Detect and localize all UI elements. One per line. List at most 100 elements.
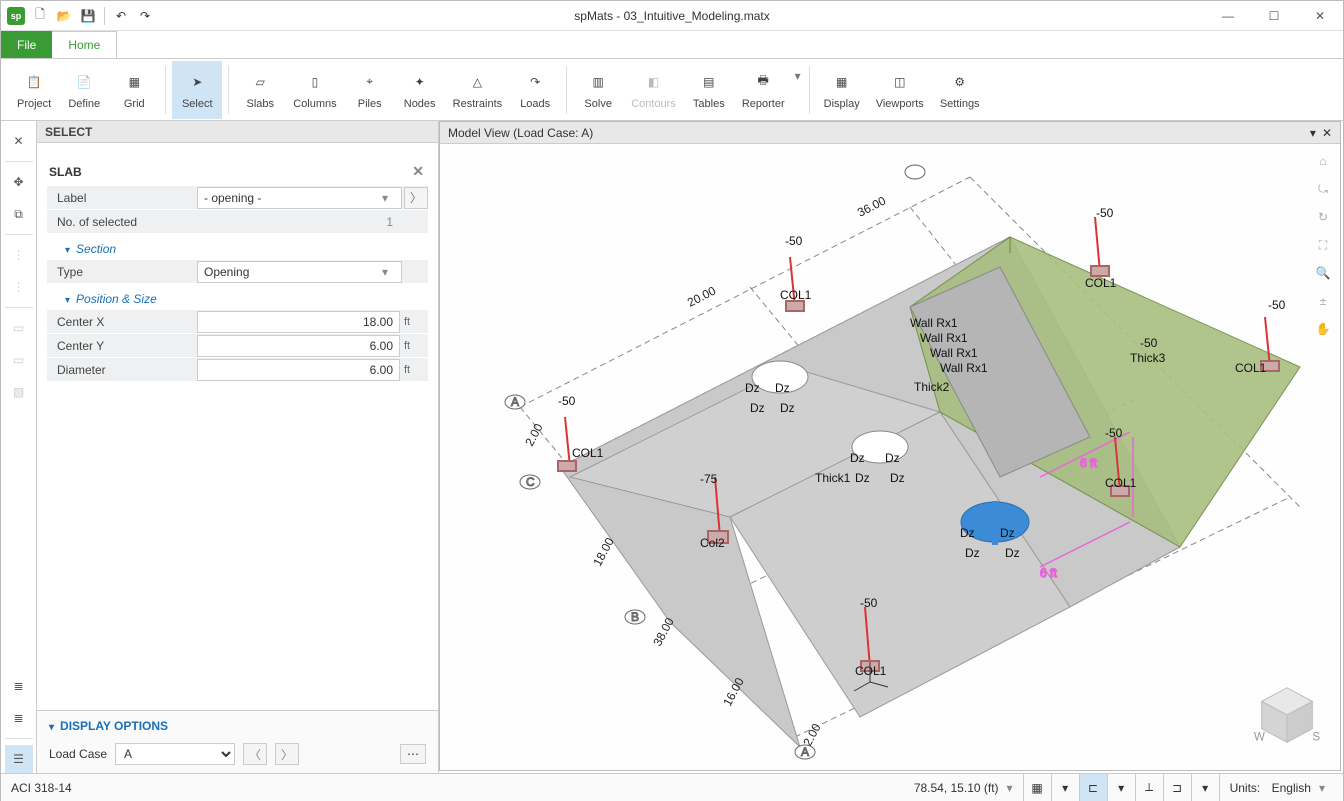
grid-icon: ▦ [122, 70, 146, 94]
units-dropdown-icon[interactable]: ▾ [1319, 781, 1325, 795]
type-dropdown[interactable]: Opening▾ [197, 261, 402, 283]
close-panel-icon[interactable]: ✕ [5, 127, 33, 155]
slab-section-header: SLAB ✕ [49, 163, 428, 180]
ribbon-display[interactable]: ▦Display [816, 61, 868, 119]
close-slab-section-icon[interactable]: ✕ [408, 163, 428, 180]
svg-text:COL1: COL1 [1085, 276, 1117, 290]
undo-icon[interactable]: ↶ [110, 5, 132, 27]
view-title: Model View (Load Case: A) [448, 126, 593, 140]
diameter-unit: ft [400, 364, 428, 376]
centery-input[interactable]: 6.00 [197, 335, 400, 357]
view-close-icon[interactable]: ✕ [1322, 126, 1332, 140]
orbit-icon[interactable]: ⤿ [1310, 176, 1336, 202]
pan-icon[interactable]: ✋ [1310, 316, 1336, 342]
ribbon: 📋Project 📄Define ▦Grid ➤Select ▱Slabs ▯C… [1, 59, 1343, 121]
svg-text:A: A [511, 395, 519, 409]
svg-text:Dz: Dz [890, 471, 905, 485]
new-file-icon[interactable]: 🗋 [29, 5, 51, 27]
svg-text:-50: -50 [860, 596, 878, 610]
status-snap-dropdown-icon[interactable]: ▾ [1107, 774, 1135, 801]
status-snap2-dropdown-icon[interactable]: ▾ [1191, 774, 1219, 801]
align-right-icon[interactable]: ≣ [5, 704, 33, 732]
svg-text:COL1: COL1 [780, 288, 812, 302]
save-file-icon[interactable]: 💾 [77, 5, 99, 27]
ribbon-restraints[interactable]: △Restraints [445, 61, 511, 119]
quick-access-toolbar: 🗋 📂 💾 ↶ ↷ [29, 5, 156, 27]
ribbon-columns[interactable]: ▯Columns [285, 61, 344, 119]
close-button[interactable]: ✕ [1297, 1, 1343, 31]
ribbon-slabs[interactable]: ▱Slabs [235, 61, 285, 119]
redo-icon[interactable]: ↷ [134, 5, 156, 27]
ribbon-settings[interactable]: ⚙Settings [932, 61, 988, 119]
maximize-button[interactable]: ☐ [1251, 1, 1297, 31]
pile-icon: ⌖ [358, 70, 382, 94]
svg-text:-75: -75 [700, 472, 718, 486]
label-next-button[interactable]: 〉 [404, 187, 428, 209]
zoom-icon[interactable]: ± [1310, 288, 1336, 314]
move-icon[interactable]: ✥ [5, 168, 33, 196]
copy-icon[interactable]: ⧉ [5, 200, 33, 228]
status-perp-icon[interactable]: ⟂ [1135, 774, 1163, 801]
loadcase-prev-button[interactable]: 〈 [243, 743, 267, 765]
status-snap2-icon[interactable]: ⊐ [1163, 774, 1191, 801]
home-view-icon[interactable]: ⌂ [1310, 148, 1336, 174]
label-label: Label [47, 191, 197, 205]
diameter-label: Diameter [47, 363, 197, 377]
position-size-header[interactable]: Position & Size [65, 292, 428, 306]
ribbon-select[interactable]: ➤Select [172, 61, 222, 119]
ribbon-viewports[interactable]: ◫Viewports [868, 61, 932, 119]
status-snap-icon[interactable]: ⊏ [1079, 774, 1107, 801]
open-file-icon[interactable]: 📂 [53, 5, 75, 27]
prop-type-row: Type Opening▾ [47, 260, 428, 284]
loadcase-next-button[interactable]: 〉 [275, 743, 299, 765]
app-logo-icon: sp [7, 7, 25, 25]
model-viewport[interactable]: 6 ft 6 ft COL1 COL1 COL1 [440, 144, 1340, 770]
reporter-dropdown-icon[interactable]: ▾ [793, 69, 803, 83]
ribbon-reporter[interactable]: 🖶Reporter [734, 61, 793, 119]
view-cube[interactable]: W S [1248, 678, 1326, 756]
ribbon-contours[interactable]: ◧Contours [623, 61, 684, 119]
svg-text:Dz: Dz [885, 451, 900, 465]
ribbon-piles[interactable]: ⌖Piles [345, 61, 395, 119]
tool-disabled-5: ▨ [5, 378, 33, 406]
coords-dropdown-icon[interactable]: ▾ [1007, 781, 1013, 795]
centerx-input[interactable]: 18.00 [197, 311, 400, 333]
align-left-icon[interactable]: ≣ [5, 672, 33, 700]
zoom-window-icon[interactable]: 🔍 [1310, 260, 1336, 286]
svg-text:Dz: Dz [745, 381, 760, 395]
svg-text:COL1: COL1 [1105, 476, 1137, 490]
gear-icon: ⚙ [948, 70, 972, 94]
svg-text:Dz: Dz [850, 451, 865, 465]
svg-text:Dz: Dz [960, 526, 975, 540]
status-units: Units: English ▾ [1219, 774, 1335, 801]
label-dropdown[interactable]: - opening -▾ [197, 187, 402, 209]
ribbon-project[interactable]: 📋Project [9, 61, 59, 119]
panel-header: SELECT [37, 121, 438, 143]
diameter-input[interactable]: 6.00 [197, 359, 400, 381]
tab-home[interactable]: Home [52, 31, 117, 58]
rotate-icon[interactable]: ↻ [1310, 204, 1336, 230]
loadcase-settings-icon[interactable]: ⋯ [400, 744, 426, 764]
view-menu-dropdown-icon[interactable]: ▾ [1310, 126, 1316, 140]
ribbon-nodes[interactable]: ✦Nodes [395, 61, 445, 119]
tab-file[interactable]: File [1, 31, 52, 58]
status-grid-icon[interactable]: ▦ [1023, 774, 1051, 801]
zoom-fit-icon[interactable]: ⛶ [1310, 232, 1336, 258]
window-title: spMats - 03_Intuitive_Modeling.matx [574, 9, 769, 23]
status-grid-dropdown-icon[interactable]: ▾ [1051, 774, 1079, 801]
minimize-button[interactable]: — [1205, 1, 1251, 31]
menu-icon[interactable]: ☰ [5, 745, 33, 773]
status-coords: 78.54, 15.10 (ft)▾ [912, 774, 1023, 801]
ribbon-solve[interactable]: ▥Solve [573, 61, 623, 119]
load-icon: ↷ [523, 70, 547, 94]
ribbon-loads[interactable]: ↷Loads [510, 61, 560, 119]
ribbon-grid[interactable]: ▦Grid [109, 61, 159, 119]
ribbon-tables[interactable]: ▤Tables [684, 61, 734, 119]
display-options-header[interactable]: DISPLAY OPTIONS [49, 719, 426, 733]
tool-disabled-3: ▭ [5, 314, 33, 342]
loadcase-select[interactable]: A [115, 743, 235, 765]
svg-text:W: W [1254, 730, 1265, 743]
section-header[interactable]: Section [65, 242, 428, 256]
ribbon-define[interactable]: 📄Define [59, 61, 109, 119]
svg-text:-50: -50 [785, 234, 803, 248]
